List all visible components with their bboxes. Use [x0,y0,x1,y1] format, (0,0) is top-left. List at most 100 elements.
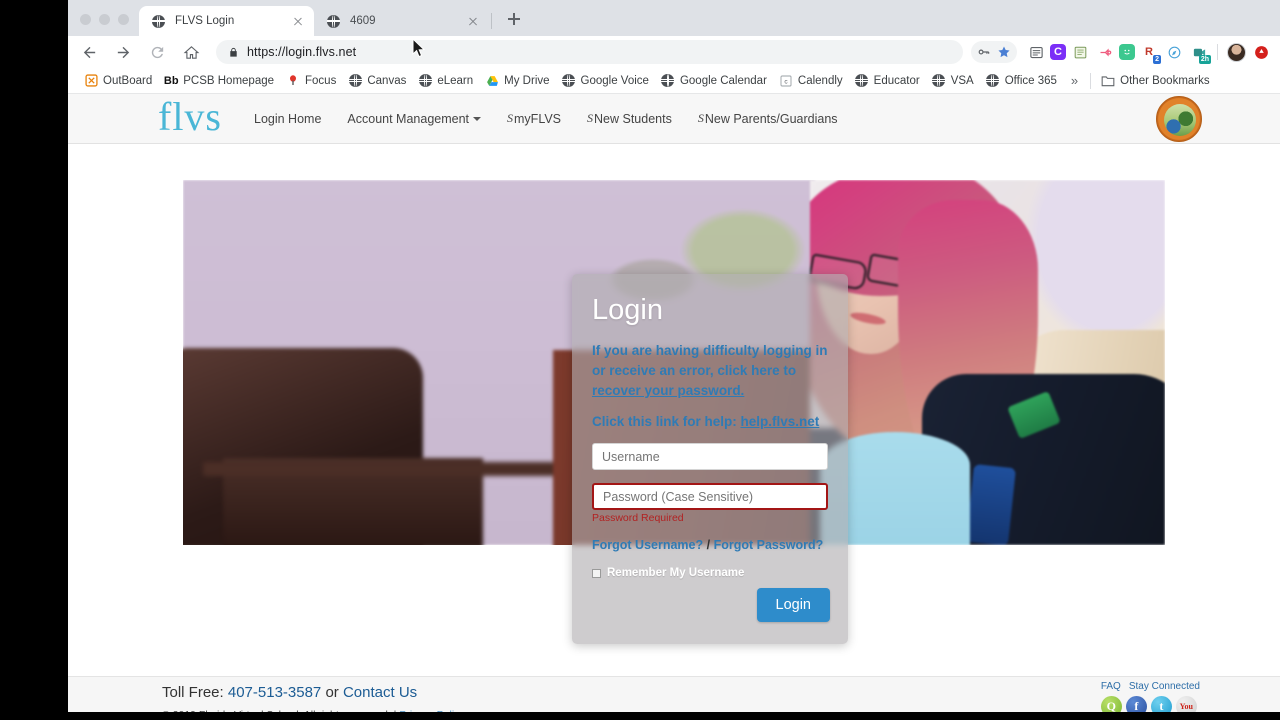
privacy-policy-link[interactable]: Privacy Policy [399,709,464,712]
florida-state-seal-icon [1156,96,1202,142]
bookmark-outboard[interactable]: OutBoard [78,71,158,91]
focus-icon [286,74,300,88]
footer-social-labels: FAQ Stay Connected [1101,681,1208,692]
bookmark-calendly[interactable]: c Calendly [773,71,849,91]
password-key-icon[interactable] [976,44,992,60]
other-bookmarks-folder[interactable]: Other Bookmarks [1095,71,1215,91]
external-link-icon: S [698,111,704,126]
nav-item-myflvs[interactable]: S myFLVS [507,111,561,126]
google-drive-icon [485,74,499,88]
contact-us-link[interactable]: Contact Us [343,684,417,701]
nav-item-new-students[interactable]: S New Students [587,111,672,126]
back-icon[interactable] [76,39,102,65]
close-window-button[interactable] [80,14,91,25]
bookmark-pcsb-homepage[interactable]: Bb PCSB Homepage [158,71,280,91]
twitter-icon[interactable]: t [1151,696,1172,712]
bookmarks-bar: OutBoard Bb PCSB Homepage Focus Canvas e… [68,68,1280,94]
login-help-text: If you are having difficulty logging in … [592,341,828,401]
close-icon[interactable] [465,13,481,29]
password-input[interactable] [592,483,828,510]
blackboard-icon: Bb [164,74,178,88]
footer-social: FAQ Stay Connected Q f t You [1101,681,1208,712]
globe-icon [986,74,1000,88]
screencast-extension-icon[interactable] [1119,44,1135,60]
compass-extension-icon[interactable] [1163,41,1185,63]
login-submit-button[interactable]: Login [757,588,830,622]
browser-window: FLVS Login 4609 https://login.flv [68,0,1280,712]
globe-icon [151,14,166,29]
new-tab-button[interactable] [500,5,528,33]
faq-link[interactable]: FAQ [1101,681,1121,692]
forgot-username-link[interactable]: Forgot Username? [592,538,703,552]
bookmark-focus[interactable]: Focus [280,71,342,91]
nav-label: Account Management [347,112,469,126]
browser-toolbar: https://login.flvs.net C [68,36,1280,68]
globe-icon [855,74,869,88]
globe-icon [661,74,675,88]
nav-item-account-management[interactable]: Account Management [347,112,481,126]
password-error-message: Password Required [592,512,828,524]
bookmark-elearn[interactable]: eLearn [412,71,479,91]
quora-icon[interactable]: Q [1101,696,1122,712]
page-title: Login [592,296,828,325]
meet-extension-icon[interactable]: 2h [1188,41,1210,63]
notes-extension-icon[interactable] [1069,41,1091,63]
bookmark-google-calendar[interactable]: Google Calendar [655,71,773,91]
window-controls [68,14,139,36]
folder-icon [1101,74,1115,88]
forward-icon[interactable] [110,39,136,65]
address-bar[interactable]: https://login.flvs.net [216,40,963,64]
forgot-password-link[interactable]: Forgot Password? [714,538,824,552]
remember-username-checkbox[interactable] [592,569,601,578]
nav-item-login-home[interactable]: Login Home [254,112,321,126]
flvs-logo[interactable]: flvs [158,97,222,137]
record-extension-icon[interactable] [1250,41,1272,63]
bookmark-label: Calendly [798,75,843,87]
reload-icon[interactable] [144,39,170,65]
bookmark-office-365[interactable]: Office 365 [980,71,1063,91]
stay-connected-label: Stay Connected [1129,681,1200,692]
youtube-icon[interactable]: You [1176,696,1197,712]
remember-username-label: Remember My Username [607,567,744,579]
bookmark-label: PCSB Homepage [183,75,274,87]
pocket-extension-icon[interactable] [1094,41,1116,63]
bookmark-educator[interactable]: Educator [849,71,926,91]
password-manager-pill[interactable] [971,41,1017,63]
recover-password-link[interactable]: recover your password. [592,383,744,398]
home-icon[interactable] [178,39,204,65]
toll-middle: or [321,684,343,701]
login-panel: Login If you are having difficulty loggi… [572,274,848,644]
outboard-icon [84,74,98,88]
maximize-window-button[interactable] [118,14,129,25]
bookmark-label: VSA [951,75,974,87]
username-input[interactable] [592,443,828,470]
roblox-extension-icon[interactable]: R2 [1138,41,1160,63]
bookmark-label: OutBoard [103,75,152,87]
bookmark-label: Educator [874,75,920,87]
other-bookmarks-label: Other Bookmarks [1120,75,1209,87]
profile-avatar-icon[interactable] [1225,41,1247,63]
nav-item-new-parents-guardians[interactable]: S New Parents/Guardians [698,111,838,126]
bookmark-star-icon[interactable] [996,44,1012,60]
phone-link[interactable]: 407-513-3587 [228,684,321,701]
tab-flvs-login[interactable]: FLVS Login [139,6,314,36]
bookmark-label: My Drive [504,75,549,87]
bookmark-my-drive[interactable]: My Drive [479,71,555,91]
bookmark-vsa[interactable]: VSA [926,71,980,91]
bookmark-canvas[interactable]: Canvas [342,71,412,91]
help-site-link[interactable]: help.flvs.net [741,414,820,429]
canvas-extension-icon[interactable]: C [1050,44,1066,60]
close-icon[interactable] [290,13,306,29]
minimize-window-button[interactable] [99,14,110,25]
bookmark-google-voice[interactable]: Google Voice [556,71,655,91]
login-help-line2: Click this link for help: help.flvs.net [592,414,828,429]
bookmark-label: Google Voice [581,75,649,87]
extension-badge: 2 [1153,55,1161,64]
remember-username-row[interactable]: Remember My Username [592,567,828,579]
reader-list-icon[interactable] [1025,41,1047,63]
bookmarks-overflow-icon[interactable]: » [1063,73,1086,88]
tab-4609[interactable]: 4609 [314,6,489,36]
facebook-icon[interactable]: f [1126,696,1147,712]
copyright-text: © 2019 Florida Virtual School. All right… [162,709,399,712]
nav-label: myFLVS [514,112,561,126]
